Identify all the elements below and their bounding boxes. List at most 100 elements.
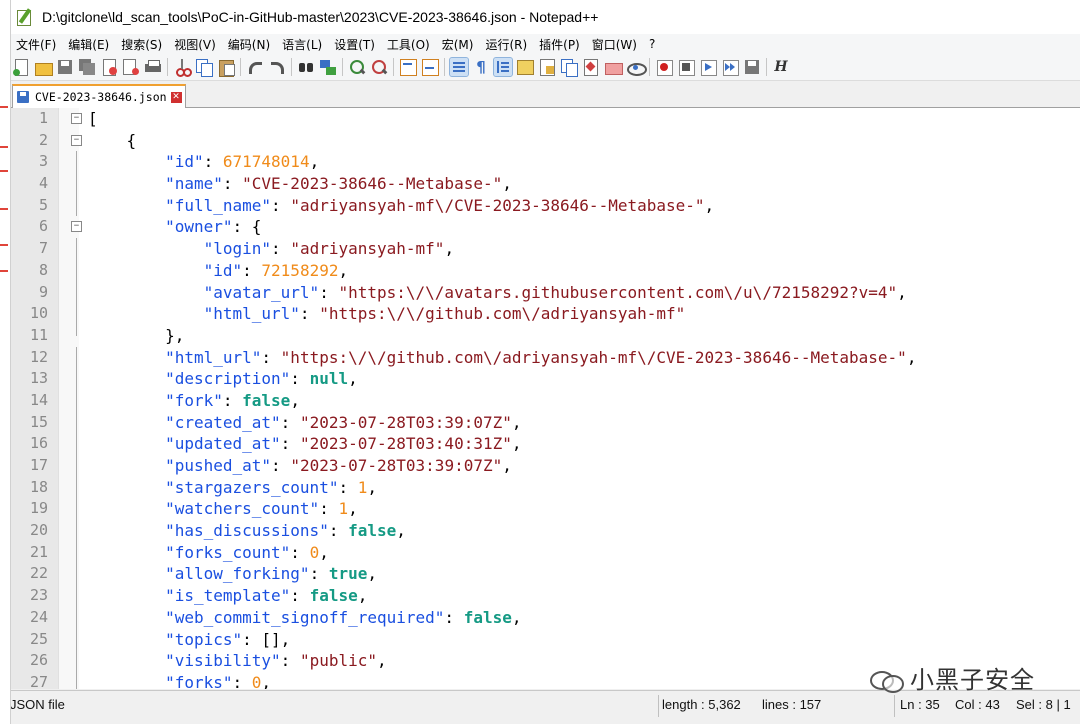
code-line[interactable]: 5 "full_name": "adriyansyah-mf\/CVE-2023… [10,194,1080,217]
menu-item[interactable]: 语言(L) [276,36,328,53]
open-file-icon[interactable] [34,58,53,76]
code-line[interactable]: 20 "has_discussions": false, [10,520,1080,542]
save-macro-icon[interactable] [743,58,761,76]
code-line[interactable]: 12 "html_url": "https:\/\/github.com\/ad… [10,346,1080,369]
editor-area[interactable]: 1−[2− {3 "id": 671748014, 4 "name": "CVE-… [10,108,1080,689]
code-line[interactable]: 16 "updated_at": "2023-07-28T03:40:31Z", [10,433,1080,455]
code-line[interactable]: 6 − "owner": { [10,216,1080,238]
sync-horizontal-icon[interactable] [421,58,439,76]
code-line[interactable]: 14 "fork": false, [10,389,1080,412]
tab-cve-2023-38646-json[interactable]: CVE-2023-38646.json ✕ [12,84,186,108]
code-line[interactable]: 22 "allow_forking": true, [10,563,1080,586]
code-line[interactable]: 4 "name": "CVE-2023-38646--Metabase-", [10,173,1080,195]
fold-guide [76,368,77,390]
code-line[interactable]: 19 "watchers_count": 1, [10,498,1080,521]
menu-item[interactable]: 文件(F) [10,36,62,53]
close-all-icon[interactable] [122,58,140,76]
cut-icon[interactable] [173,58,192,77]
toolbar-separator [342,58,343,76]
code-line[interactable]: 15 "created_at": "2023-07-28T03:39:07Z", [10,411,1080,434]
status-separator [894,695,895,717]
menu-item[interactable]: ? [643,37,661,51]
menu-item[interactable]: 视图(V) [168,36,222,53]
fold-guide [76,498,77,521]
code-line[interactable]: 10 "html_url": "https:\/\/github.com\/ad… [10,303,1080,325]
playback-icon[interactable] [699,58,717,76]
copy-icon[interactable] [195,58,213,77]
toolbar: ¶ H [10,54,1080,81]
fold-guide [76,303,77,325]
fold-guide [76,346,77,369]
fold-toggle-icon[interactable]: − [71,221,82,233]
find-icon[interactable] [297,58,315,76]
save-all-icon[interactable] [78,58,96,76]
fold-guide [76,650,77,672]
code-line[interactable]: 9 "avatar_url": "https:\/\/avatars.githu… [10,281,1080,304]
code-line[interactable]: 8 "id": 72158292, [10,259,1080,282]
save-icon[interactable] [56,58,74,76]
monitoring-icon[interactable] [626,58,647,76]
status-selection: Sel : 8 | 1 [1016,697,1071,712]
code-line[interactable]: 7 "login": "adriyansyah-mf", [10,238,1080,260]
sync-vertical-icon[interactable] [399,58,417,76]
menu-item[interactable]: 编辑(E) [62,36,115,53]
run-macro-multiple-icon[interactable] [721,58,739,76]
menu-item[interactable]: 搜索(S) [115,36,168,53]
code-line[interactable]: 3 "id": 671748014, [10,151,1080,174]
menu-item[interactable]: 运行(R) [479,36,533,53]
code-text: { [88,130,137,150]
code-line[interactable]: 11 }, [10,324,1080,347]
menu-item[interactable]: 设置(T) [328,36,381,53]
zoom-out-icon[interactable] [370,58,388,76]
fold-guide [76,541,77,564]
user-defined-language-icon[interactable] [516,58,534,76]
menu-bar: 文件(F) 编辑(E) 搜索(S) 视图(V) 编码(N) 语言(L) 设置(T) 工具(O)… [10,34,1080,54]
code-line[interactable]: 24 "web_commit_signoff_required": false, [10,606,1080,629]
redo-icon[interactable] [268,58,286,76]
hex-editor-icon[interactable]: H [772,58,790,76]
line-number: 16 [29,434,48,453]
close-file-icon[interactable] [100,58,118,76]
close-icon[interactable]: ✕ [170,91,182,103]
line-number: 4 [38,174,48,193]
line-number: 22 [29,564,48,583]
start-recording-icon[interactable] [655,58,673,76]
fold-toggle-icon[interactable]: − [71,113,82,124]
tab-label: CVE-2023-38646.json [35,90,167,104]
paste-icon[interactable] [217,58,235,77]
new-file-icon[interactable] [12,58,30,76]
code-line[interactable]: 23 "is_template": false, [10,585,1080,607]
fold-guide [76,194,77,217]
indent-guide-icon[interactable] [493,57,513,77]
menu-item[interactable]: 编码(N) [222,36,276,53]
document-list-icon[interactable] [560,58,578,77]
fold-guide [76,563,77,586]
show-all-characters-icon[interactable]: ¶ [472,58,490,76]
file-saved-icon [17,91,29,103]
print-icon[interactable] [144,58,162,76]
code-line[interactable]: 18 "stargazers_count": 1, [10,476,1080,499]
function-list-icon[interactable] [582,58,600,76]
zoom-in-icon[interactable] [348,58,366,76]
line-number: 3 [38,152,48,171]
code-line[interactable]: 13 "description": null, [10,368,1080,390]
document-map-icon[interactable] [538,58,556,76]
menu-item[interactable]: 窗口(W) [586,36,643,53]
menu-item[interactable]: 插件(P) [533,36,586,53]
fold-guide [76,281,77,304]
fold-toggle-icon[interactable]: − [71,134,82,146]
replace-icon[interactable] [319,58,337,76]
line-number: 20 [29,521,48,540]
code-line[interactable]: 25 "topics": [], [10,628,1080,651]
stop-recording-icon[interactable] [677,58,695,76]
menu-item[interactable]: 宏(M) [436,36,480,53]
menu-item[interactable]: 工具(O) [381,36,436,53]
folder-as-workspace-icon[interactable] [604,58,623,76]
line-number: 15 [29,412,48,431]
code-line[interactable]: 1 −[ [10,108,1080,130]
undo-icon[interactable] [246,58,264,76]
code-line[interactable]: 21 "forks_count": 0, [10,541,1080,564]
code-line[interactable]: 17 "pushed_at": "2023-07-28T03:39:07Z", [10,455,1080,477]
code-line[interactable]: 2 − { [10,130,1080,152]
word-wrap-icon[interactable] [449,57,469,77]
